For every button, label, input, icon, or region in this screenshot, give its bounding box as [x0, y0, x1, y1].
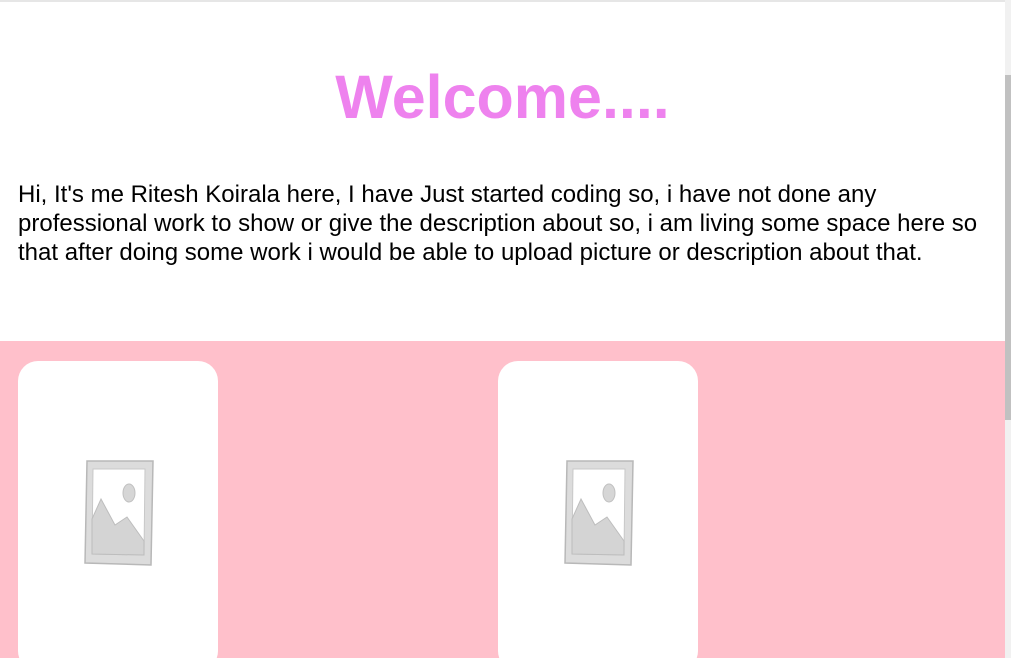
intro-paragraph: Hi, It's me Ritesh Koirala here, I have …	[18, 181, 978, 266]
image-placeholder-icon	[84, 460, 154, 566]
image-placeholder-icon	[564, 460, 634, 566]
vertical-scrollbar[interactable]	[1005, 0, 1011, 658]
page-viewport: Welcome.... Hi, It's me Ritesh Koirala h…	[0, 0, 1005, 658]
project-card[interactable]	[498, 361, 698, 658]
project-card[interactable]	[18, 361, 218, 658]
page-title: Welcome....	[335, 63, 670, 131]
scrollbar-thumb[interactable]	[1005, 75, 1011, 420]
project-gallery	[0, 341, 1005, 658]
